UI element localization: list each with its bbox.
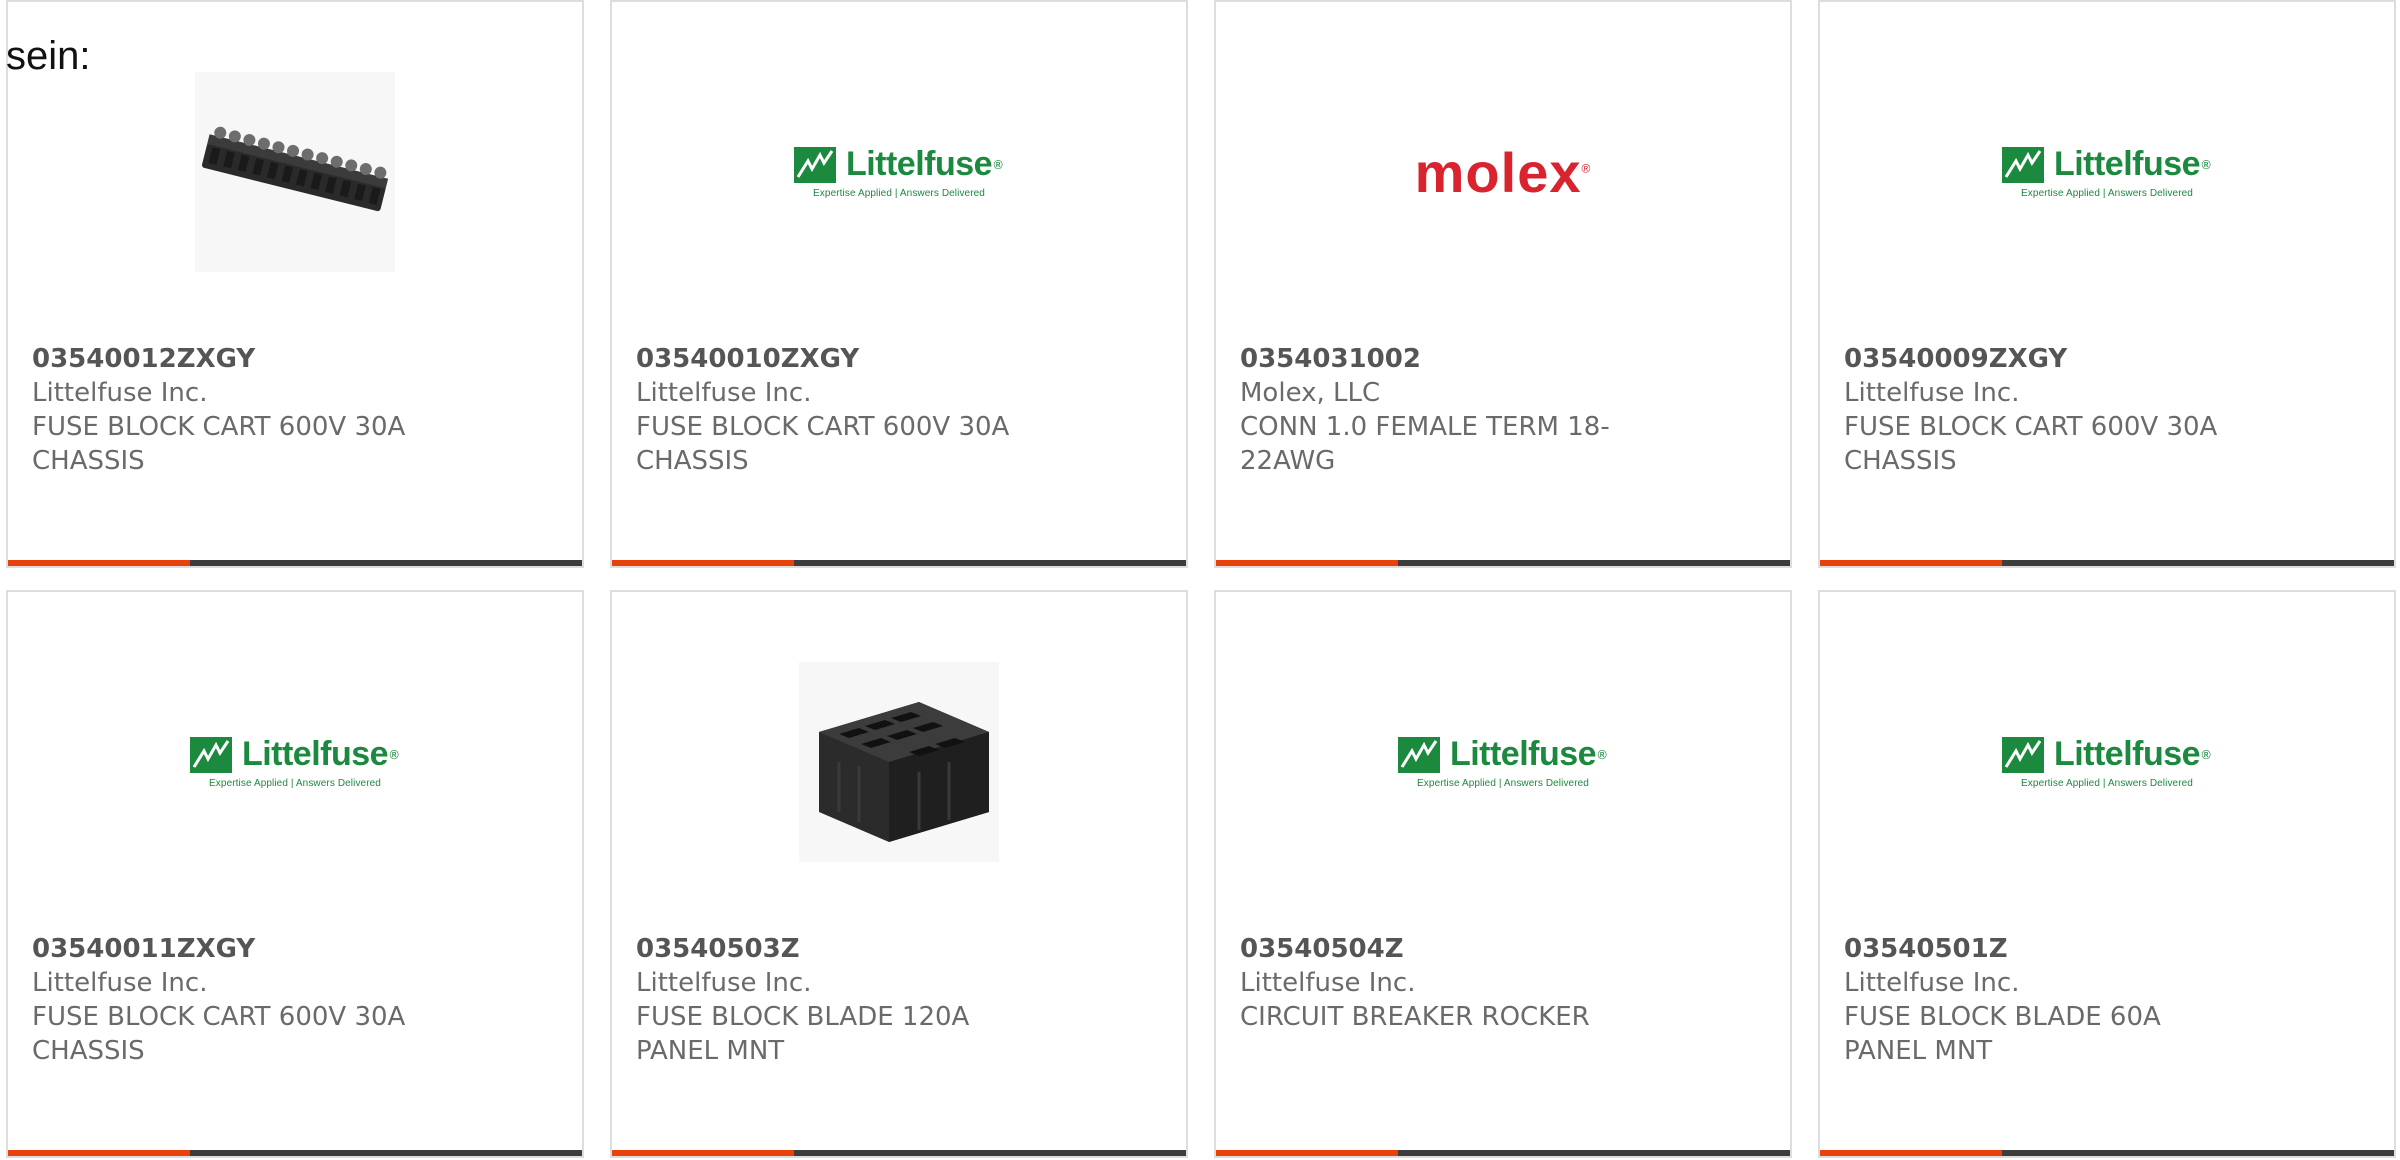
terminal-strip-photo — [195, 72, 395, 272]
description: FUSE BLOCK CART 600V 30A CHASSIS — [32, 1002, 406, 1066]
manufacturer: Littelfuse Inc. — [1844, 378, 2020, 408]
part-number[interactable]: 03540009ZXGY — [1844, 342, 2370, 376]
product-info: 03540009ZXGY Littelfuse Inc. FUSE BLOCK … — [1844, 342, 2370, 478]
manufacturer: Littelfuse Inc. — [32, 968, 208, 998]
fuse-block-photo — [799, 662, 999, 862]
part-number[interactable]: 03540012ZXGY — [32, 342, 558, 376]
littelfuse-mark-icon — [2001, 736, 2044, 773]
product-image[interactable]: Littelfuse ® Expertise Applied | Answers … — [8, 652, 582, 872]
product-card[interactable]: 03540503Z Littelfuse Inc. FUSE BLOCK BLA… — [610, 590, 1188, 1158]
card-accent-bar — [1216, 560, 1398, 566]
product-image[interactable]: Littelfuse ® Expertise Applied | Answers … — [1216, 652, 1790, 872]
littelfuse-wordmark: Littelfuse — [845, 145, 993, 183]
product-image[interactable]: Littelfuse ® Expertise Applied | Answers … — [1820, 62, 2394, 282]
description: FUSE BLOCK BLADE 60A PANEL MNT — [1844, 1002, 2161, 1066]
card-accent-bar — [1820, 560, 2002, 566]
manufacturer: Littelfuse Inc. — [1240, 968, 1416, 998]
littelfuse-mark-icon — [793, 146, 836, 183]
littelfuse-wordmark: Littelfuse — [2053, 145, 2201, 183]
littelfuse-logo: Littelfuse ® Expertise Applied | Answers … — [2001, 735, 2212, 789]
manufacturer: Littelfuse Inc. — [1844, 968, 2020, 998]
product-card[interactable]: molex® 0354031002 Molex, LLC CONN 1.0 FE… — [1214, 0, 1792, 568]
product-image[interactable] — [8, 62, 582, 282]
littelfuse-tagline: Expertise Applied | Answers Delivered — [813, 188, 985, 199]
card-accent-bar — [612, 1150, 794, 1156]
littelfuse-logo: Littelfuse ® Expertise Applied | Answers … — [189, 735, 400, 789]
product-image[interactable] — [612, 652, 1186, 872]
littelfuse-mark-icon — [189, 736, 232, 773]
card-bottom-bar — [8, 1150, 582, 1156]
product-grid-page: sein: 03540012ZXGY Littelfuse Inc. FUSE … — [0, 0, 2400, 1160]
card-bottom-bar — [1216, 1150, 1790, 1156]
product-image[interactable]: Littelfuse ® Expertise Applied | Answers … — [612, 62, 1186, 282]
littelfuse-wordmark: Littelfuse — [241, 735, 389, 773]
littelfuse-logo: Littelfuse ® Expertise Applied | Answers … — [793, 145, 1004, 199]
card-bottom-bar — [612, 560, 1186, 566]
card-bottom-bar — [8, 560, 582, 566]
product-card[interactable]: Littelfuse ® Expertise Applied | Answers … — [610, 0, 1188, 568]
littelfuse-logo: Littelfuse ® Expertise Applied | Answers … — [2001, 145, 2212, 199]
part-number[interactable]: 03540501Z — [1844, 932, 2370, 966]
description: CIRCUIT BREAKER ROCKER — [1240, 1002, 1590, 1032]
description: FUSE BLOCK BLADE 120A PANEL MNT — [636, 1002, 970, 1066]
product-info: 03540504Z Littelfuse Inc. CIRCUIT BREAKE… — [1240, 932, 1766, 1034]
manufacturer: Littelfuse Inc. — [636, 968, 812, 998]
product-info: 0354031002 Molex, LLC CONN 1.0 FEMALE TE… — [1240, 342, 1766, 478]
lead-text: sein: — [6, 34, 91, 78]
littelfuse-tagline: Expertise Applied | Answers Delivered — [1417, 778, 1589, 789]
product-info: 03540503Z Littelfuse Inc. FUSE BLOCK BLA… — [636, 932, 1162, 1068]
part-number[interactable]: 03540504Z — [1240, 932, 1766, 966]
product-card[interactable]: Littelfuse ® Expertise Applied | Answers … — [1214, 590, 1792, 1158]
description: FUSE BLOCK CART 600V 30A CHASSIS — [32, 412, 406, 476]
part-number[interactable]: 03540503Z — [636, 932, 1162, 966]
card-bottom-bar — [612, 1150, 1186, 1156]
product-image[interactable]: molex® — [1216, 62, 1790, 282]
product-card[interactable]: 03540012ZXGY Littelfuse Inc. FUSE BLOCK … — [6, 0, 584, 568]
product-info: 03540011ZXGY Littelfuse Inc. FUSE BLOCK … — [32, 932, 558, 1068]
card-accent-bar — [1820, 1150, 2002, 1156]
littelfuse-mark-icon — [1397, 736, 1440, 773]
littelfuse-logo: Littelfuse ® Expertise Applied | Answers … — [1397, 735, 1608, 789]
card-bottom-bar — [1820, 1150, 2394, 1156]
product-card[interactable]: Littelfuse ® Expertise Applied | Answers … — [1818, 0, 2396, 568]
card-bottom-bar — [1820, 560, 2394, 566]
littelfuse-wordmark: Littelfuse — [2053, 735, 2201, 773]
description: CONN 1.0 FEMALE TERM 18-22AWG — [1240, 412, 1610, 476]
littelfuse-tagline: Expertise Applied | Answers Delivered — [2021, 188, 2193, 199]
product-card[interactable]: Littelfuse ® Expertise Applied | Answers … — [6, 590, 584, 1158]
card-accent-bar — [8, 560, 190, 566]
card-bottom-bar — [1216, 560, 1790, 566]
manufacturer: Littelfuse Inc. — [32, 378, 208, 408]
manufacturer: Littelfuse Inc. — [636, 378, 812, 408]
card-accent-bar — [612, 560, 794, 566]
product-image[interactable]: Littelfuse ® Expertise Applied | Answers … — [1820, 652, 2394, 872]
product-info: 03540010ZXGY Littelfuse Inc. FUSE BLOCK … — [636, 342, 1162, 478]
part-number[interactable]: 03540010ZXGY — [636, 342, 1162, 376]
card-accent-bar — [8, 1150, 190, 1156]
littelfuse-mark-icon — [2001, 146, 2044, 183]
manufacturer: Molex, LLC — [1240, 378, 1381, 408]
product-card[interactable]: Littelfuse ® Expertise Applied | Answers … — [1818, 590, 2396, 1158]
littelfuse-tagline: Expertise Applied | Answers Delivered — [2021, 778, 2193, 789]
product-info: 03540501Z Littelfuse Inc. FUSE BLOCK BLA… — [1844, 932, 2370, 1068]
description: FUSE BLOCK CART 600V 30A CHASSIS — [1844, 412, 2218, 476]
part-number[interactable]: 0354031002 — [1240, 342, 1766, 376]
card-accent-bar — [1216, 1150, 1398, 1156]
product-info: 03540012ZXGY Littelfuse Inc. FUSE BLOCK … — [32, 342, 558, 478]
description: FUSE BLOCK CART 600V 30A CHASSIS — [636, 412, 1010, 476]
littelfuse-tagline: Expertise Applied | Answers Delivered — [209, 778, 381, 789]
part-number[interactable]: 03540011ZXGY — [32, 932, 558, 966]
littelfuse-wordmark: Littelfuse — [1449, 735, 1597, 773]
molex-logo: molex® — [1414, 140, 1592, 204]
